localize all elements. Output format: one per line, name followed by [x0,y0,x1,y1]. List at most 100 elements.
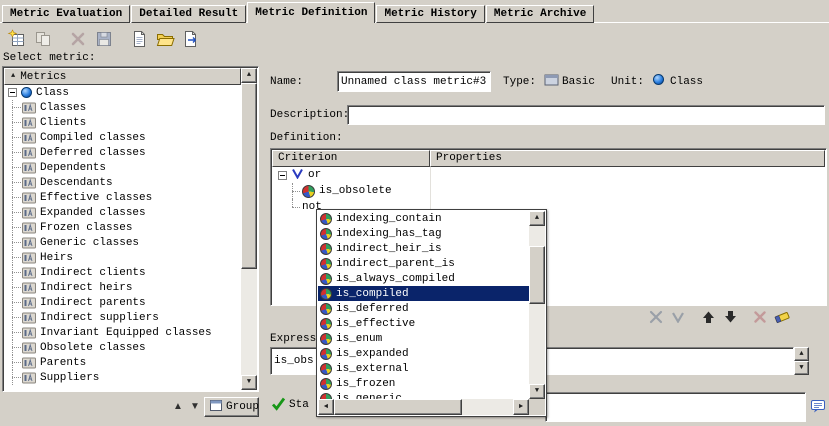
criterion-option[interactable]: is_compiled [318,286,529,301]
move-criterion-down-button[interactable] [719,307,741,326]
criterion-dropdown: indexing_contain indexing_has_tag indire… [316,209,547,417]
tree-item[interactable]: Indirect clients [4,265,241,280]
import-metrics-button[interactable] [178,26,204,52]
scroll-up-icon[interactable]: ▲ [529,211,545,226]
criterion-row-or[interactable]: or [272,167,825,183]
tree-item[interactable]: Indirect heirs [4,280,241,295]
criterion-option[interactable]: is_frozen [318,376,529,391]
scrollbar-thumb[interactable] [241,83,257,269]
metrics-column-header[interactable]: ▲ Metrics [4,68,241,85]
tab[interactable]: Metric History [376,5,484,23]
criterion-option[interactable]: is_external [318,361,529,376]
tree-item[interactable]: Parents [4,355,241,370]
tab[interactable]: Metric Archive [486,5,594,23]
tree-item[interactable]: Obsolete classes [4,340,241,355]
erase-criteria-button[interactable] [771,307,793,326]
scroll-down-icon[interactable]: ▼ [241,375,257,390]
criterion-pie-icon [320,258,332,270]
scroll-down-icon[interactable]: ▼ [529,384,545,399]
tree-item[interactable]: Frozen classes [4,220,241,235]
criterion-pie-icon [302,185,315,198]
metric-icon [22,192,36,204]
new-metric-button[interactable] [4,26,30,52]
criterion-pie-icon [320,288,332,300]
expression-scrollbar[interactable]: ▲ ▼ [794,347,809,375]
or-criterion-button[interactable] [667,307,689,326]
scroll-up-icon[interactable]: ▲ [794,347,809,361]
tree-item[interactable]: Heirs [4,250,241,265]
tree-item[interactable]: Invariant Equipped classes [4,325,241,340]
move-metric-down-button[interactable]: ▼ [187,399,203,415]
move-criterion-up-button[interactable] [697,307,719,326]
criterion-pie-icon [320,318,332,330]
tree-item[interactable]: Indirect parents [4,295,241,310]
tree-item[interactable]: Classes [4,100,241,115]
tree-item[interactable]: Indirect suppliers [4,310,241,325]
tree-item[interactable]: Compiled classes [4,130,241,145]
column-header-properties[interactable]: Properties [430,150,825,167]
or-criterion-icon [291,168,304,183]
duplicate-metric-button[interactable] [30,26,56,52]
scroll-left-icon[interactable]: ◄ [318,399,334,415]
criterion-row-is-obsolete[interactable]: is_obsolete [272,183,825,199]
scroll-up-icon[interactable]: ▲ [241,68,257,83]
scroll-down-icon[interactable]: ▼ [794,361,809,375]
status-label: Sta [289,399,309,411]
tab[interactable]: Detailed Result [131,5,246,23]
tab[interactable]: Metric Evaluation [2,5,130,23]
criterion-option[interactable]: indirect_parent_is [318,256,529,271]
criterion-pie-icon [320,378,332,390]
tree-item[interactable]: Descendants [4,175,241,190]
delete-criterion-button[interactable] [749,307,771,326]
new-metric-icon [7,29,27,49]
dropdown-vertical-scrollbar[interactable]: ▲ ▼ [529,211,545,399]
and-criterion-icon [649,310,663,324]
tree-item[interactable]: Dependents [4,160,241,175]
move-down-icon [724,310,737,324]
class-unit-icon [653,74,664,85]
comment-icon[interactable] [810,398,826,418]
open-metric-file-button[interactable] [152,26,178,52]
criterion-option[interactable]: is_enum [318,331,529,346]
criterion-option[interactable]: indexing_has_tag [318,226,529,241]
tree-item[interactable]: Generic classes [4,235,241,250]
tree-item[interactable]: Clients [4,115,241,130]
tree-item[interactable]: Suppliers [4,370,241,385]
tree-item[interactable]: Effective classes [4,190,241,205]
note-field[interactable] [545,392,806,422]
criterion-option[interactable]: is_generic [318,391,529,399]
delete-criterion-icon [753,310,767,324]
metric-icon [22,267,36,279]
delete-metric-icon [68,29,88,49]
metric-icon [22,342,36,354]
tree-scrollbar[interactable]: ▲ ▼ [241,68,257,390]
dropdown-horizontal-scrollbar[interactable]: ◄ ► [318,399,529,415]
scroll-right-icon[interactable]: ► [513,399,529,415]
type-label: Type: [503,76,536,88]
scrollbar-thumb[interactable] [334,399,462,415]
and-criterion-button[interactable] [645,307,667,326]
group-button[interactable]: Group [204,397,259,417]
column-header-criterion[interactable]: Criterion [272,150,430,167]
collapse-icon[interactable] [8,88,17,97]
criterion-option[interactable]: is_deferred [318,301,529,316]
collapse-icon[interactable] [278,171,287,180]
description-input[interactable] [347,105,825,125]
criterion-option[interactable]: is_always_compiled [318,271,529,286]
metric-tree: Class Classes [4,85,241,390]
tree-item[interactable]: Deferred classes [4,145,241,160]
criterion-option[interactable]: is_effective [318,316,529,331]
move-metric-up-button[interactable]: ▲ [170,399,186,415]
tab[interactable]: Metric Definition [247,2,375,23]
save-metric-button[interactable] [91,26,117,52]
criterion-option[interactable]: is_expanded [318,346,529,361]
delete-metric-button[interactable] [65,26,91,52]
scrollbar-thumb[interactable] [529,246,545,304]
metric-name-input[interactable] [337,71,491,92]
metric-icon [22,177,36,189]
criterion-option[interactable]: indexing_contain [318,211,529,226]
tree-item-class-root[interactable]: Class [4,85,241,100]
tree-item[interactable]: Expanded classes [4,205,241,220]
criterion-option[interactable]: indirect_heir_is [318,241,529,256]
new-metric-file-button[interactable] [126,26,152,52]
